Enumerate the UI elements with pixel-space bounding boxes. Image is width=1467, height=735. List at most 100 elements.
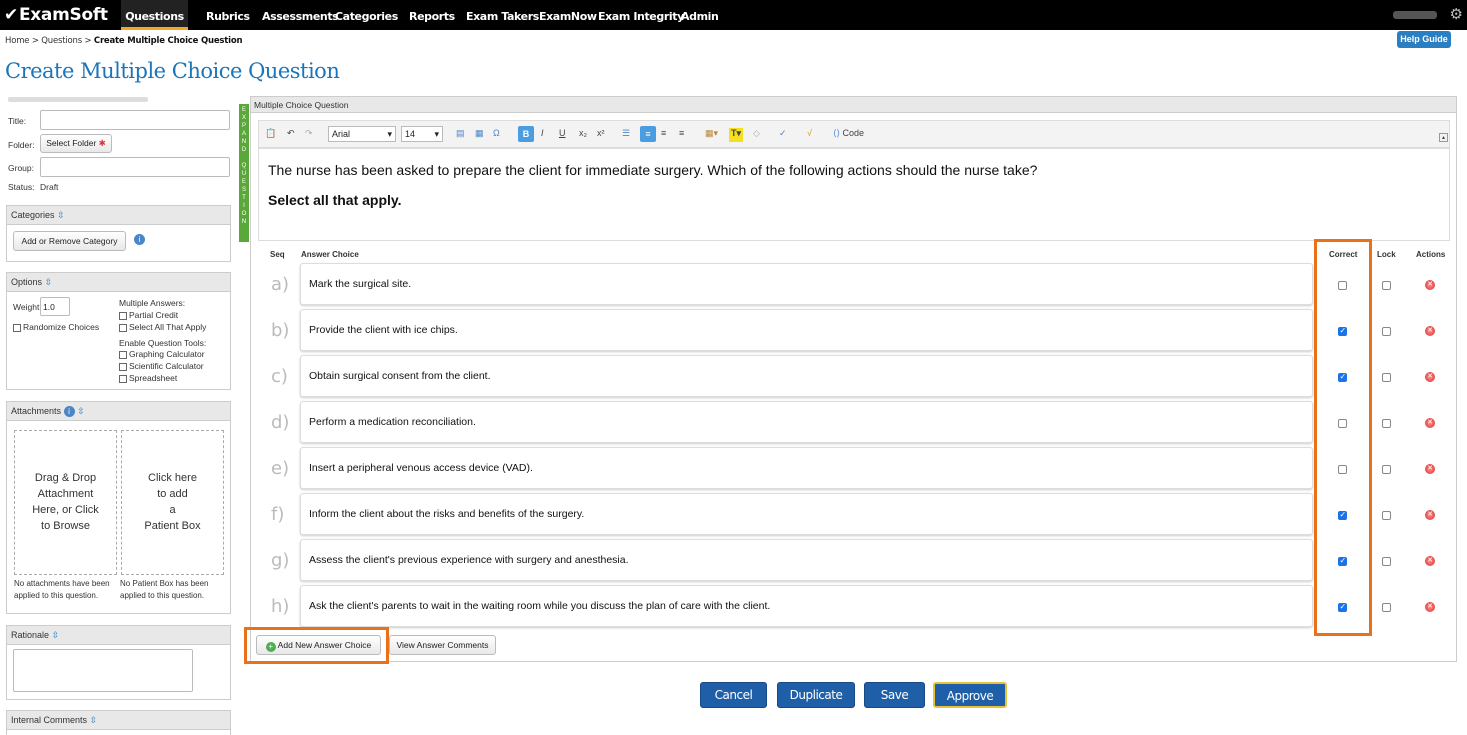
nav-exam-integrity[interactable]: Exam Integrity xyxy=(598,0,684,30)
nav-categories[interactable]: Categories xyxy=(335,0,398,30)
delete-answer-icon[interactable]: ✕ xyxy=(1425,418,1435,428)
eraser-icon[interactable]: ◇ xyxy=(753,128,760,142)
help-guide-button[interactable]: Help Guide xyxy=(1397,31,1451,48)
answer-choice-input[interactable]: Assess the client's previous experience … xyxy=(300,539,1313,581)
spellcheck-icon[interactable]: ✓ xyxy=(779,128,787,142)
patient-box-dropzone[interactable]: Click here to add a Patient Box xyxy=(121,430,224,575)
partial-credit-checkbox[interactable] xyxy=(119,311,127,320)
image-icon[interactable]: ▦ xyxy=(475,128,484,142)
lock-checkbox[interactable] xyxy=(1382,281,1391,290)
answer-choice-input[interactable]: Obtain surgical consent from the client. xyxy=(300,355,1313,397)
group-input[interactable] xyxy=(40,157,230,177)
add-new-answer-choice-button[interactable]: + Add New Answer Choice xyxy=(256,635,381,655)
delete-answer-icon[interactable]: ✕ xyxy=(1425,510,1435,520)
lock-checkbox[interactable] xyxy=(1382,465,1391,474)
info-icon[interactable]: i xyxy=(63,406,75,417)
breadcrumb-questions[interactable]: Questions xyxy=(41,36,82,46)
italic-icon[interactable]: I xyxy=(541,128,544,142)
nav-assessments[interactable]: Assessments xyxy=(262,0,339,30)
collapse-icon[interactable]: ⇳ xyxy=(45,277,53,287)
title-input[interactable] xyxy=(40,110,230,130)
delete-answer-icon[interactable]: ✕ xyxy=(1425,372,1435,382)
highlight-icon[interactable]: T▾ xyxy=(729,128,744,142)
cancel-button[interactable]: Cancel xyxy=(700,682,767,708)
align-right-icon[interactable]: ≡ xyxy=(679,128,684,142)
options-header[interactable]: Options ⇳ xyxy=(7,273,230,292)
nav-reports[interactable]: Reports xyxy=(409,0,455,30)
bold-icon[interactable]: B xyxy=(518,126,534,142)
answer-choice-input[interactable]: Mark the surgical site. xyxy=(300,263,1313,305)
internal-comments-header[interactable]: Internal Comments ⇳ xyxy=(7,711,230,730)
attachments-header[interactable]: Attachments i ⇳ xyxy=(7,402,230,421)
question-editor[interactable]: The nurse has been asked to prepare the … xyxy=(258,148,1450,241)
nav-examnow[interactable]: ExamNow xyxy=(539,0,597,30)
nav-exam-takers[interactable]: Exam Takers xyxy=(466,0,539,30)
format-icon[interactable]: ▦▾ xyxy=(705,128,718,142)
delete-answer-icon[interactable]: ✕ xyxy=(1425,326,1435,336)
collapse-icon[interactable]: ⇳ xyxy=(90,715,98,725)
rationale-textarea[interactable] xyxy=(13,649,193,692)
graphing-checkbox[interactable] xyxy=(119,350,127,359)
delete-answer-icon[interactable]: ✕ xyxy=(1425,280,1435,290)
equation-icon[interactable]: √ xyxy=(807,128,812,142)
delete-answer-icon[interactable]: ✕ xyxy=(1425,602,1435,612)
info-icon[interactable]: i xyxy=(134,234,145,245)
save-button[interactable]: Save xyxy=(864,682,925,708)
font-size-select[interactable]: 14 ▾ xyxy=(401,126,443,142)
bullet-list-icon[interactable]: ☰ xyxy=(622,128,630,142)
graphing-calculator-option[interactable]: Graphing Calculator xyxy=(119,349,205,359)
gear-icon[interactable]: ⚙ xyxy=(1450,5,1463,23)
spreadsheet-checkbox[interactable] xyxy=(119,374,127,383)
answer-choice-input[interactable]: Provide the client with ice chips. xyxy=(300,309,1313,351)
examsoft-logo[interactable]: ✔ExamSoft xyxy=(4,5,108,25)
collapse-icon[interactable]: ⇳ xyxy=(77,406,85,416)
nav-rubrics[interactable]: Rubrics xyxy=(206,0,250,30)
randomize-checkbox[interactable] xyxy=(13,323,21,332)
lock-checkbox[interactable] xyxy=(1382,557,1391,566)
font-family-select[interactable]: Arial ▾ xyxy=(328,126,396,142)
answer-choice-input[interactable]: Insert a peripheral venous access device… xyxy=(300,447,1313,489)
scientific-calculator-option[interactable]: Scientific Calculator xyxy=(119,361,204,371)
duplicate-button[interactable]: Duplicate xyxy=(777,682,855,708)
table-icon[interactable]: ▤ xyxy=(456,128,465,142)
delete-answer-icon[interactable]: ✕ xyxy=(1425,464,1435,474)
lock-checkbox[interactable] xyxy=(1382,603,1391,612)
nav-admin[interactable]: Admin xyxy=(681,0,719,30)
underline-icon[interactable]: U xyxy=(559,128,566,142)
redo-icon[interactable]: ↷ xyxy=(305,128,313,142)
lock-checkbox[interactable] xyxy=(1382,373,1391,382)
align-left-icon[interactable]: ≡ xyxy=(640,126,656,142)
weight-input[interactable]: 1.0 xyxy=(40,297,70,316)
scientific-checkbox[interactable] xyxy=(119,362,127,371)
view-answer-comments-button[interactable]: View Answer Comments xyxy=(389,635,496,655)
collapse-toolbar-icon[interactable]: ▴ xyxy=(1439,133,1448,142)
lock-checkbox[interactable] xyxy=(1382,511,1391,520)
rationale-header[interactable]: Rationale ⇳ xyxy=(7,626,230,645)
lock-checkbox[interactable] xyxy=(1382,419,1391,428)
collapse-icon[interactable]: ⇳ xyxy=(57,210,65,220)
user-menu[interactable] xyxy=(1393,11,1437,19)
spreadsheet-option[interactable]: Spreadsheet xyxy=(119,373,177,383)
subscript-icon[interactable]: x₂ xyxy=(579,128,587,142)
categories-header[interactable]: Categories ⇳ xyxy=(7,206,230,225)
delete-answer-icon[interactable]: ✕ xyxy=(1425,556,1435,566)
partial-credit-option[interactable]: Partial Credit xyxy=(119,310,178,320)
approve-button[interactable]: Approve xyxy=(933,682,1007,708)
select-all-checkbox[interactable] xyxy=(119,323,127,332)
attachment-dropzone[interactable]: Drag & Drop Attachment Here, or Click to… xyxy=(14,430,117,575)
lock-checkbox[interactable] xyxy=(1382,327,1391,336)
nav-questions[interactable]: Questions xyxy=(121,0,188,30)
answer-choice-input[interactable]: Ask the client's parents to wait in the … xyxy=(300,585,1313,627)
code-button[interactable]: ⟨⟩ Code xyxy=(833,128,864,142)
select-all-option[interactable]: Select All That Apply xyxy=(119,322,206,332)
answer-choice-input[interactable]: Perform a medication reconciliation. xyxy=(300,401,1313,443)
select-folder-button[interactable]: Select Folder ✱ xyxy=(40,134,112,153)
expand-question-tab[interactable]: EXPANDQUESTION xyxy=(239,104,249,242)
paste-icon[interactable]: 📋 xyxy=(265,128,276,142)
breadcrumb-home[interactable]: Home xyxy=(5,36,30,46)
special-char-icon[interactable]: Ω xyxy=(493,128,500,142)
superscript-icon[interactable]: x² xyxy=(597,128,605,142)
randomize-choices[interactable]: Randomize Choices xyxy=(13,322,99,332)
answer-choice-input[interactable]: Inform the client about the risks and be… xyxy=(300,493,1313,535)
undo-icon[interactable]: ↶ xyxy=(287,128,295,142)
